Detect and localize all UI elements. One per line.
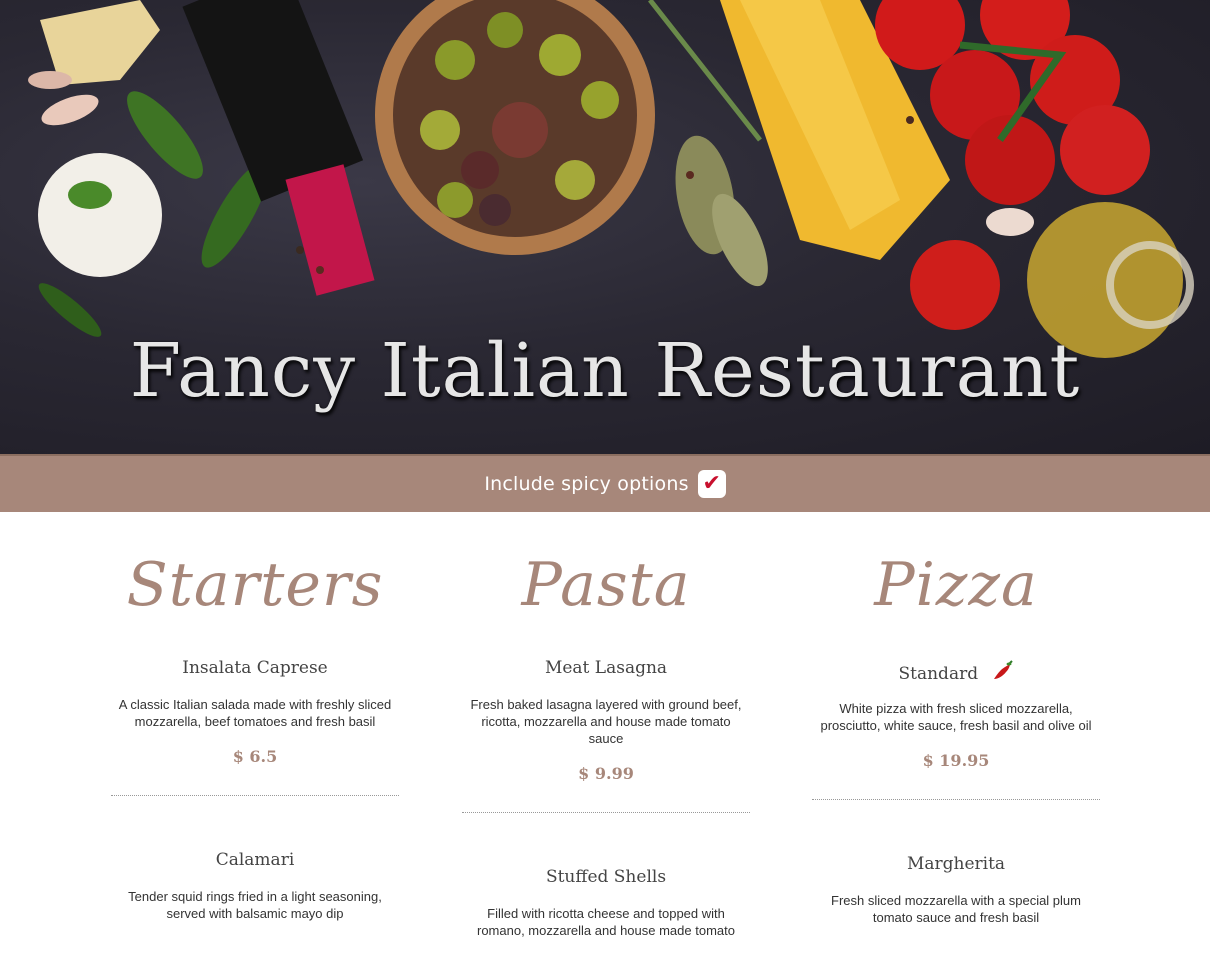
menu-item: Stuffed Shells Filled with ricotta chees… <box>462 839 750 965</box>
item-divider <box>812 799 1100 800</box>
menu-item-name-row: Standard <box>812 660 1100 684</box>
item-divider <box>111 795 399 796</box>
menu-item-description: Tender squid rings fried in a light seas… <box>128 889 382 921</box>
menu-column-pasta: Pasta Meat Lasagna Fresh baked lasagna l… <box>462 512 750 965</box>
section-title-pizza: Pizza <box>874 550 1038 620</box>
menu-item-name: Meat Lasagna <box>544 658 668 678</box>
hero-banner: Fancy Italian Restaurant <box>0 0 1210 454</box>
restaurant-title: Fancy Italian Restaurant <box>129 328 1081 414</box>
menu-item-name: Stuffed Shells <box>545 867 667 887</box>
menu-item: Calamari Tender squid rings fried in a l… <box>111 822 399 948</box>
menu-item-description: Filled with ricotta cheese and topped wi… <box>477 906 735 938</box>
spicy-filter-checkbox[interactable]: ✔ <box>697 470 726 498</box>
menu-column-pizza: Pizza Standard White pizza with fresh sl… <box>812 512 1100 952</box>
menu: Starters Insalata Caprese A classic Ital… <box>0 512 1210 938</box>
menu-item-name: Standard <box>898 664 979 684</box>
menu-item: Meat Lasagna Fresh baked lasagna layered… <box>462 640 750 839</box>
menu-item: Margherita Fresh sliced mozzarella with … <box>812 826 1100 952</box>
checkmark-icon: ✔ <box>702 471 721 496</box>
menu-item-price: $ 19.95 <box>922 751 990 770</box>
item-divider <box>462 812 750 813</box>
menu-item-name: Margherita <box>906 854 1006 874</box>
menu-item-name: Insalata Caprese <box>182 658 328 678</box>
menu-item: Standard White pizza with fresh sliced m… <box>812 640 1100 826</box>
menu-item-name: Calamari <box>215 850 295 870</box>
menu-item-description: Fresh baked lasagna layered with ground … <box>470 697 742 746</box>
menu-item-price: $ 6.5 <box>232 747 278 766</box>
chili-pepper-icon <box>992 660 1014 689</box>
menu-item: Insalata Caprese A classic Italian salad… <box>111 640 399 822</box>
filter-bar: Include spicy options ✔ <box>0 454 1210 512</box>
spicy-filter-label[interactable]: Include spicy options <box>484 473 688 495</box>
menu-column-starters: Starters Insalata Caprese A classic Ital… <box>111 512 399 948</box>
menu-item-description: Fresh sliced mozzarella with a special p… <box>831 893 1081 925</box>
menu-item-description: White pizza with fresh sliced mozzarella… <box>820 701 1092 733</box>
section-title-pasta: Pasta <box>521 550 691 620</box>
menu-item-description: A classic Italian salada made with fresh… <box>118 697 392 729</box>
menu-item-price: $ 9.99 <box>578 764 634 783</box>
section-title-starters: Starters <box>126 550 384 620</box>
